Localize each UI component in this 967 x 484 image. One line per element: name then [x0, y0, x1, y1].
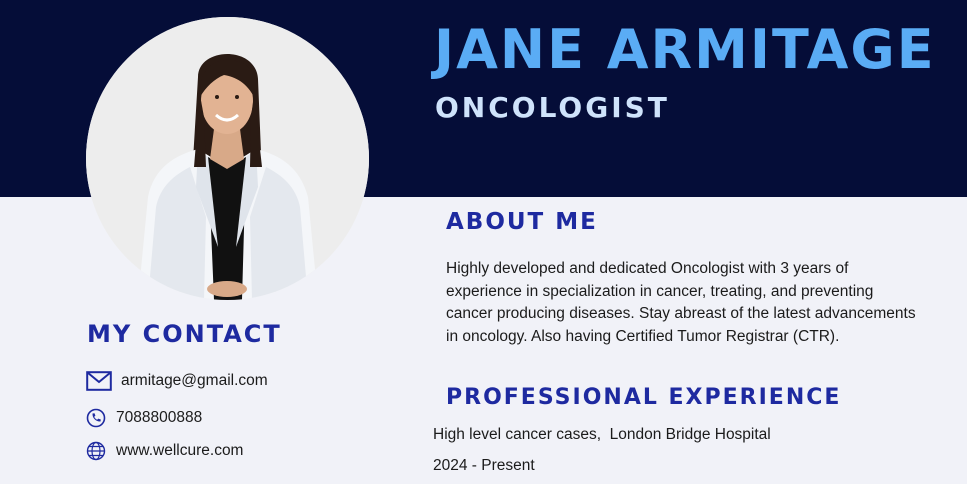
contact-website[interactable]: www.wellcure.com	[116, 442, 243, 460]
contact-email[interactable]: armitage@gmail.com	[121, 372, 268, 390]
about-text: Highly developed and dedicated Oncologis…	[446, 260, 916, 345]
contact-heading: MY CONTACT	[87, 320, 282, 348]
profile-photo	[86, 17, 369, 300]
contact-website-row: www.wellcure.com	[86, 441, 243, 461]
mail-icon	[86, 371, 121, 391]
globe-icon	[86, 441, 116, 461]
experience-dates: 2024 - Present	[433, 457, 535, 474]
contact-phone[interactable]: 7088800888	[116, 409, 202, 427]
phone-icon	[86, 408, 116, 428]
about-heading: ABOUT ME	[446, 209, 598, 235]
contact-phone-row: 7088800888	[86, 408, 202, 428]
contact-email-row: armitage@gmail.com	[86, 371, 268, 391]
job-title: ONCOLOGIST	[435, 91, 670, 124]
experience-role: High level cancer cases, London Bridge H…	[433, 426, 771, 443]
experience-heading: PROFESSIONAL EXPERIENCE	[446, 385, 842, 410]
person-name: JANE ARMITAGE	[434, 18, 936, 81]
